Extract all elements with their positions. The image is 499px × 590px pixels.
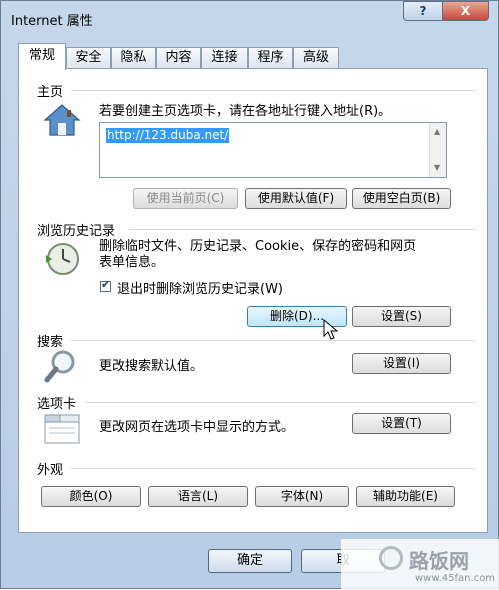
title-bar: Internet 属性 ? X [1, 1, 498, 37]
help-button[interactable]: ? [403, 1, 443, 21]
appearance-divider [71, 468, 476, 469]
scroll-up-icon[interactable]: ▲ [434, 127, 440, 136]
history-description-line-1: 删除临时文件、历史记录、Cookie、保存的密码和网页 [99, 239, 417, 254]
search-divider [71, 340, 476, 341]
close-icon: X [460, 4, 471, 18]
tab-strip: 常规 安全 隐私 内容 连接 程序 高级 [18, 43, 488, 70]
dialog-window: Internet 属性 ? X 常规 安全 隐私 内容 连接 程序 高级 主页 … [0, 0, 499, 590]
accessibility-button[interactable]: 辅助功能(E) [356, 486, 455, 507]
tab-content[interactable]: 内容 [156, 47, 201, 68]
use-default-button[interactable]: 使用默认值(F) [245, 188, 347, 209]
appearance-section-title: 外观 [37, 463, 64, 478]
textarea-scrollbar[interactable]: ▲ ▼ [429, 123, 446, 177]
search-description: 更改搜索默认值。 [99, 359, 204, 374]
home-divider [71, 90, 476, 91]
history-settings-button[interactable]: 设置(S) [352, 306, 451, 327]
tabs-window-icon [44, 414, 80, 444]
tabs-section-title: 选项卡 [37, 397, 77, 412]
mouse-cursor-icon [323, 319, 339, 340]
tab-general[interactable]: 常规 [18, 43, 66, 70]
homepage-address-textarea[interactable]: http://123.duba.net/ ▲ ▼ [99, 122, 447, 178]
history-divider [129, 229, 476, 230]
scroll-down-icon[interactable]: ▼ [434, 163, 440, 172]
use-blank-button[interactable]: 使用空白页(B) [352, 188, 451, 209]
ok-button[interactable]: 确定 [208, 549, 292, 573]
close-button[interactable]: X [442, 1, 489, 21]
tab-advanced[interactable]: 高级 [293, 47, 339, 68]
checkmark-icon: ✔ [101, 278, 111, 291]
history-description-line-2: 表单信息。 [99, 255, 165, 270]
tab-connections[interactable]: 连接 [201, 47, 248, 68]
delete-on-exit-checkbox[interactable]: ✔ [100, 278, 111, 292]
house-icon [43, 104, 81, 136]
tab-security[interactable]: 安全 [66, 47, 111, 68]
magnifier-icon [44, 350, 75, 383]
tab-programs[interactable]: 程序 [248, 47, 293, 68]
colors-button[interactable]: 颜色(O) [41, 486, 141, 507]
window-title: Internet 属性 [11, 14, 93, 29]
fonts-button[interactable]: 字体(N) [255, 486, 349, 507]
tabs-section-divider [85, 402, 476, 403]
help-icon: ? [419, 4, 427, 18]
use-current-page-button[interactable]: 使用当前页(C) [133, 188, 238, 209]
watermark: 路饭网 www.45fan.com [341, 539, 499, 590]
history-description: 删除临时文件、历史记录、Cookie、保存的密码和网页 表单信息。 [99, 239, 416, 271]
watermark-logo-icon [379, 546, 403, 570]
tab-privacy[interactable]: 隐私 [111, 47, 156, 68]
search-section-title: 搜索 [37, 335, 64, 350]
home-description: 若要创建主页选项卡，请在各地址行键入地址(R)。 [99, 104, 392, 119]
tabs-settings-button[interactable]: 设置(T) [352, 413, 451, 434]
watermark-text: 路饭网 [409, 549, 469, 573]
general-tab-panel: 主页 若要创建主页选项卡，请在各地址行键入地址(R)。 http://123.d… [18, 68, 488, 533]
languages-button[interactable]: 语言(L) [148, 486, 248, 507]
watermark-url: www.45fan.com [415, 573, 496, 584]
delete-on-exit-label[interactable]: 退出时删除浏览历史记录(W) [117, 278, 283, 297]
home-section-title: 主页 [37, 85, 64, 100]
tabs-description: 更改网页在选项卡中显示的方式。 [99, 420, 295, 435]
homepage-url-text: http://123.duba.net/ [106, 128, 230, 143]
history-section-title: 浏览历史记录 [37, 224, 116, 239]
search-settings-button[interactable]: 设置(I) [352, 353, 451, 374]
history-clock-icon [46, 243, 79, 275]
